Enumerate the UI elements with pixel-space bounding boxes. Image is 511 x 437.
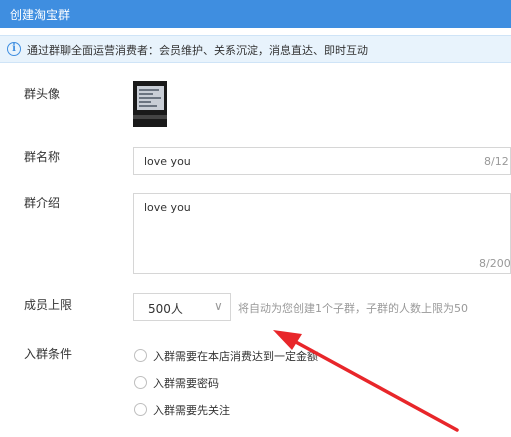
notice-text: 通过群聊全面运营消费者：会员维护、关系沉淀，消息直达、即时互动	[27, 44, 368, 57]
member-limit-label: 成员上限	[24, 298, 73, 312]
radio-button[interactable]	[134, 376, 147, 389]
group-intro-textarea[interactable]: love you 8/200	[133, 193, 511, 274]
join-condition-label: 入群条件	[24, 347, 73, 361]
avatar-thumbnail-screen	[137, 86, 164, 110]
join-option-label: 入群需要密码	[153, 377, 219, 390]
group-intro-value: love you	[144, 201, 191, 214]
join-option-label: 入群需要在本店消费达到一定金额	[153, 350, 318, 363]
member-limit-hint: 将自动为您创建1个子群，子群的人数上限为50	[238, 302, 468, 315]
group-intro-label: 群介绍	[24, 196, 61, 210]
window-title: 创建淘宝群	[10, 8, 71, 22]
group-name-input[interactable]: love you 8/12	[133, 147, 511, 175]
avatar-label: 群头像	[24, 87, 61, 101]
group-intro-counter: 8/200	[479, 257, 511, 270]
title-bar: 创建淘宝群	[0, 0, 511, 28]
member-limit-value: 500人	[148, 302, 183, 316]
member-limit-select[interactable]: 500人 ∨	[133, 293, 231, 321]
group-name-value: love you	[144, 155, 191, 168]
notice-banner: i 通过群聊全面运营消费者：会员维护、关系沉淀，消息直达、即时互动	[0, 35, 511, 63]
join-option-label: 入群需要先关注	[153, 404, 230, 417]
radio-button[interactable]	[134, 403, 147, 416]
info-icon: i	[7, 42, 21, 56]
chevron-down-icon: ∨	[214, 299, 223, 313]
group-name-label: 群名称	[24, 150, 61, 164]
group-avatar[interactable]	[133, 81, 167, 127]
group-name-counter: 8/12	[484, 155, 509, 168]
radio-button[interactable]	[134, 349, 147, 362]
